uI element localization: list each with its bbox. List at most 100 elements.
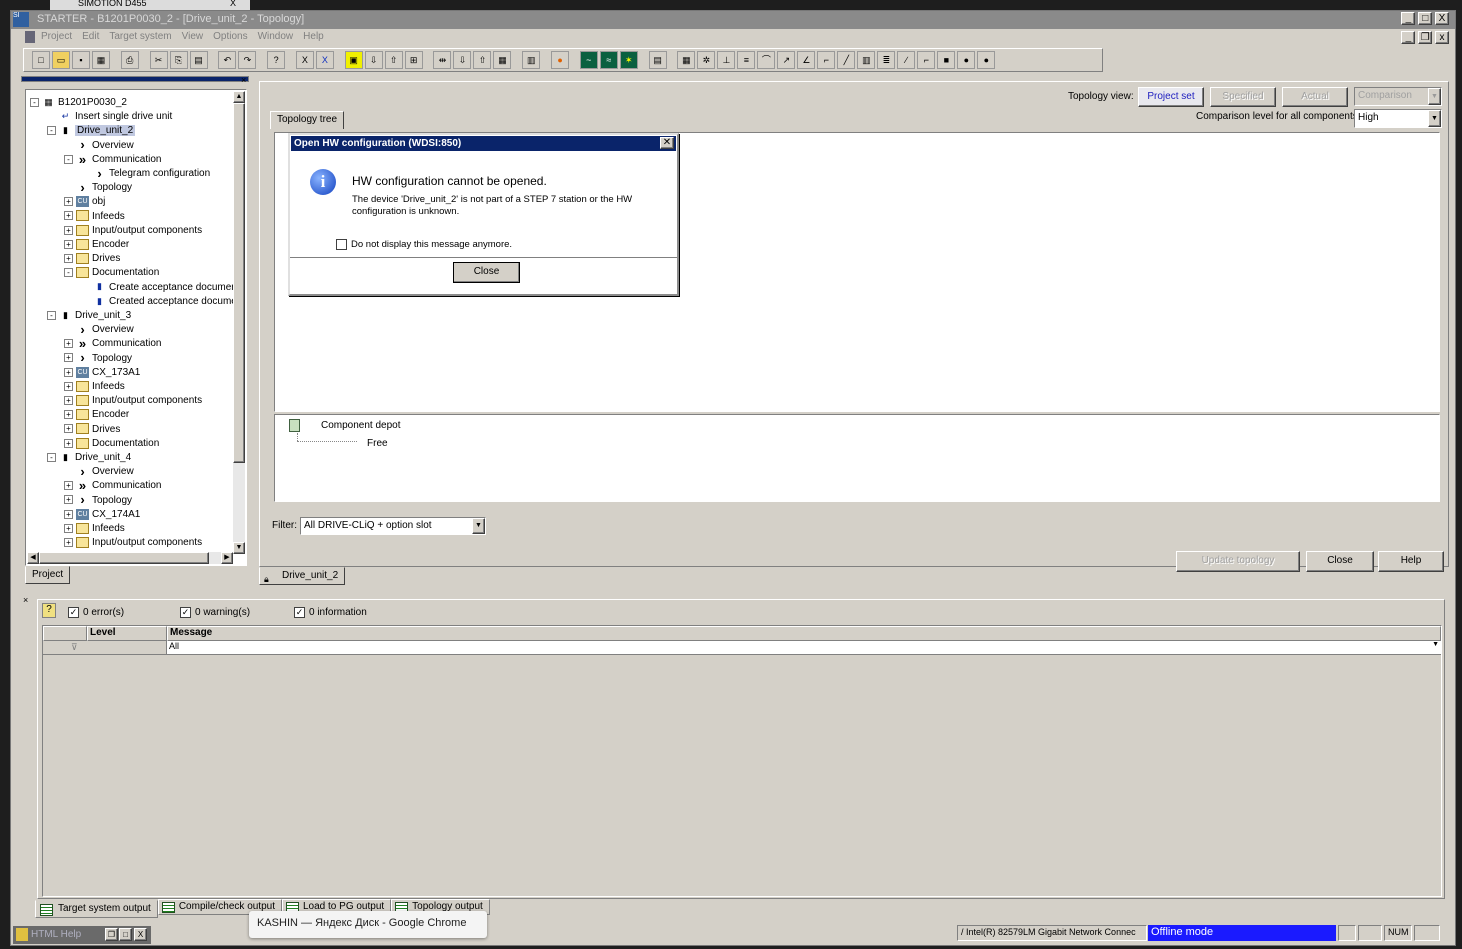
tree-item[interactable]: - ▮ Drive_unit_2 (47, 124, 136, 138)
minimize-button[interactable]: _ (1401, 12, 1416, 25)
dont-display-checkbox[interactable]: Do not display this message anymore. (336, 239, 512, 250)
expand-icon[interactable]: + (64, 509, 73, 519)
errors-filter[interactable]: ✓ 0 error(s) (68, 607, 124, 618)
tree-item[interactable]: + Infeeds (64, 522, 125, 536)
tree-vertical-scrollbar[interactable]: ▲ ▼ (233, 91, 245, 554)
tree-item[interactable]: › Overview (64, 465, 133, 479)
expand-icon[interactable]: + (64, 424, 73, 434)
information-filter[interactable]: ✓ 0 information (294, 607, 367, 618)
tree-item[interactable]: - ▮ Drive_unit_4 (47, 451, 131, 465)
open-icon[interactable]: ▭ (52, 51, 70, 69)
tree-item[interactable]: ↵ Insert single drive unit (47, 110, 173, 124)
collapse-icon[interactable]: - (64, 154, 73, 164)
browser-tab-close[interactable]: X (230, 0, 236, 8)
tab-drive-unit-2[interactable]: 🔒︎ Drive_unit_2 (259, 567, 346, 585)
expand-icon[interactable]: + (64, 353, 73, 363)
copy-ram-icon[interactable]: ▦ (493, 51, 512, 69)
collapse-icon[interactable]: - (64, 268, 73, 278)
redo-icon[interactable]: ↷ (238, 51, 257, 69)
navigator-close-icon[interactable]: × (241, 75, 246, 85)
connect-icon[interactable]: ▣ (344, 51, 363, 69)
save-compile-icon[interactable]: ▦ (92, 51, 110, 69)
mdi-minimize-button[interactable]: _ (1401, 31, 1416, 44)
expand-icon[interactable]: + (64, 211, 73, 221)
html-help-taskbar[interactable]: HTML Help ❐ □ X (13, 926, 151, 944)
expand-icon[interactable]: + (64, 495, 73, 505)
expand-icon[interactable]: + (64, 438, 73, 448)
menu-window[interactable]: Window (258, 31, 294, 42)
menu-edit[interactable]: Edit (82, 31, 99, 42)
print-icon[interactable]: ⎙ (120, 51, 139, 69)
function-gen-icon[interactable]: ≈ (599, 51, 618, 69)
dialog-close-button[interactable]: Close (453, 262, 520, 283)
message-filter-select[interactable]: All ▼ (167, 641, 1441, 654)
expand-icon[interactable]: + (64, 410, 73, 420)
expand-icon[interactable]: + (64, 225, 73, 235)
tree-horizontal-scrollbar[interactable]: ◀ ▶ (27, 552, 233, 564)
browser-tab[interactable]: SIMOTION D455 X (50, 0, 250, 10)
stop-icon[interactable]: ■ (937, 51, 956, 69)
close-button[interactable]: Close (1306, 551, 1374, 572)
actual-button[interactable]: Actual (1282, 87, 1348, 107)
chevron-down-icon[interactable]: ▼ (472, 518, 485, 534)
paste-icon[interactable]: ▤ (189, 51, 208, 69)
update-topology-button[interactable]: Update topology (1176, 551, 1300, 572)
xe-icon[interactable]: X (315, 51, 334, 69)
tab-topology-tree[interactable]: Topology tree (270, 111, 345, 129)
tree-item[interactable]: - Documentation (64, 266, 159, 280)
tree-item[interactable]: › Overview (64, 323, 133, 337)
tool-icon-4[interactable]: ≡ (737, 51, 756, 69)
tree-item[interactable]: + Documentation (64, 437, 159, 451)
column-message[interactable]: Message (167, 626, 1441, 641)
maximize-icon[interactable]: □ (119, 928, 132, 941)
tree-item[interactable]: + Encoder (64, 408, 129, 422)
tree-item[interactable]: + Drives (64, 252, 120, 266)
expand-icon[interactable]: + (64, 381, 73, 391)
output-close-icon[interactable]: × (23, 595, 28, 605)
xt-icon[interactable]: X (295, 51, 314, 69)
chevron-down-icon[interactable]: ▼ (1428, 88, 1441, 105)
tree-item[interactable]: + Input/output components (64, 394, 202, 408)
load-cpu-icon[interactable]: ⇩ (453, 51, 472, 69)
mdi-close-button[interactable]: x (1435, 31, 1449, 44)
tab-target-system-output[interactable]: Target system output (35, 900, 158, 918)
upload-icon[interactable]: ⇧ (384, 51, 403, 69)
dialog-close-icon[interactable]: ✕ (660, 137, 674, 149)
accessible-nodes-icon[interactable]: ● (551, 51, 570, 69)
cut-icon[interactable]: ✂ (149, 51, 168, 69)
tool-icon-1[interactable]: ▦ (677, 51, 696, 69)
expand-icon[interactable]: + (64, 481, 73, 491)
tool-icon-12[interactable]: ∕ (897, 51, 916, 69)
comparison-level-select[interactable]: High ▼ (1354, 109, 1442, 128)
tree-item[interactable]: + » Communication (64, 479, 161, 493)
navigator-title-bar[interactable] (21, 76, 249, 82)
tree-item[interactable]: + » Communication (64, 337, 161, 351)
expand-icon[interactable]: + (64, 339, 73, 349)
circle-icon-2[interactable]: ● (977, 51, 996, 69)
tree-item[interactable]: - ▦ B1201P0030_2 (30, 96, 127, 110)
close-icon[interactable]: X (134, 928, 147, 941)
mdi-restore-button[interactable]: ❐ (1418, 31, 1433, 44)
tree-item[interactable]: › Overview (64, 138, 133, 153)
column-level[interactable]: Level (87, 626, 167, 641)
restore-icon[interactable]: ❐ (105, 928, 118, 941)
collapse-icon[interactable]: - (47, 310, 56, 320)
tree-item[interactable]: + Drives (64, 423, 120, 437)
tree-item[interactable]: + Input/output components (64, 224, 202, 238)
tree-item[interactable]: + Infeeds (64, 210, 125, 224)
circle-icon-1[interactable]: ● (957, 51, 976, 69)
menu-project[interactable]: Project (41, 31, 72, 42)
help-button[interactable]: Help (1378, 551, 1444, 572)
help-icon[interactable]: ? (42, 603, 56, 618)
expand-icon[interactable]: + (64, 396, 73, 406)
expand-icon[interactable]: + (64, 254, 73, 264)
project-set-button[interactable]: Project set (1138, 87, 1204, 107)
warnings-filter[interactable]: ✓ 0 warning(s) (180, 607, 250, 618)
tool-icon-7[interactable]: ∠ (797, 51, 816, 69)
tab-project[interactable]: Project (25, 566, 71, 584)
tree-item[interactable]: ▮ Created acceptance docume (81, 295, 237, 309)
ram-rom-icon[interactable]: ⇹ (433, 51, 452, 69)
tool-icon-10[interactable]: ▥ (857, 51, 876, 69)
tool-icon-2[interactable]: ✲ (697, 51, 716, 69)
tree-item[interactable]: › Topology (64, 181, 132, 195)
